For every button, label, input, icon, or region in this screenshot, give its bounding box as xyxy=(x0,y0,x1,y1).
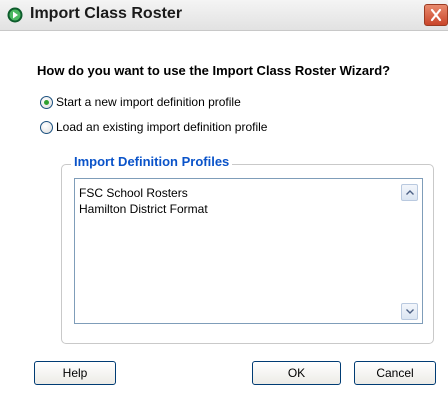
help-button[interactable]: Help xyxy=(34,361,116,385)
profiles-listbox[interactable]: FSC School Rosters Hamilton District For… xyxy=(74,178,423,324)
close-button[interactable] xyxy=(424,4,448,26)
radio-button-unselected[interactable] xyxy=(40,120,53,134)
cancel-button[interactable]: Cancel xyxy=(354,361,436,385)
ok-button-label: OK xyxy=(287,366,306,380)
radio-new-profile-label: Start a new import definition profile xyxy=(56,95,241,109)
radio-load-profile[interactable]: Load an existing import definition profi… xyxy=(40,119,267,135)
close-icon xyxy=(425,8,447,28)
ok-button[interactable]: OK xyxy=(252,361,341,385)
list-item[interactable]: FSC School Rosters xyxy=(79,186,188,200)
radio-button-selected[interactable] xyxy=(40,95,53,109)
scroll-up-button[interactable] xyxy=(401,184,418,201)
app-icon xyxy=(7,7,23,23)
scroll-down-button[interactable] xyxy=(401,303,418,320)
radio-load-profile-label: Load an existing import definition profi… xyxy=(56,120,268,134)
window-title: Import Class Roster xyxy=(30,5,183,22)
list-item[interactable]: Hamilton District Format xyxy=(79,202,208,216)
profiles-group-title: Import Definition Profiles xyxy=(71,154,233,169)
cancel-button-label: Cancel xyxy=(376,366,414,380)
help-button-label: Help xyxy=(62,366,88,380)
radio-new-profile[interactable]: Start a new import definition profile xyxy=(40,94,241,110)
title-bar: Import Class Roster xyxy=(0,0,448,31)
wizard-question: How do you want to use the Import Class … xyxy=(37,63,391,78)
